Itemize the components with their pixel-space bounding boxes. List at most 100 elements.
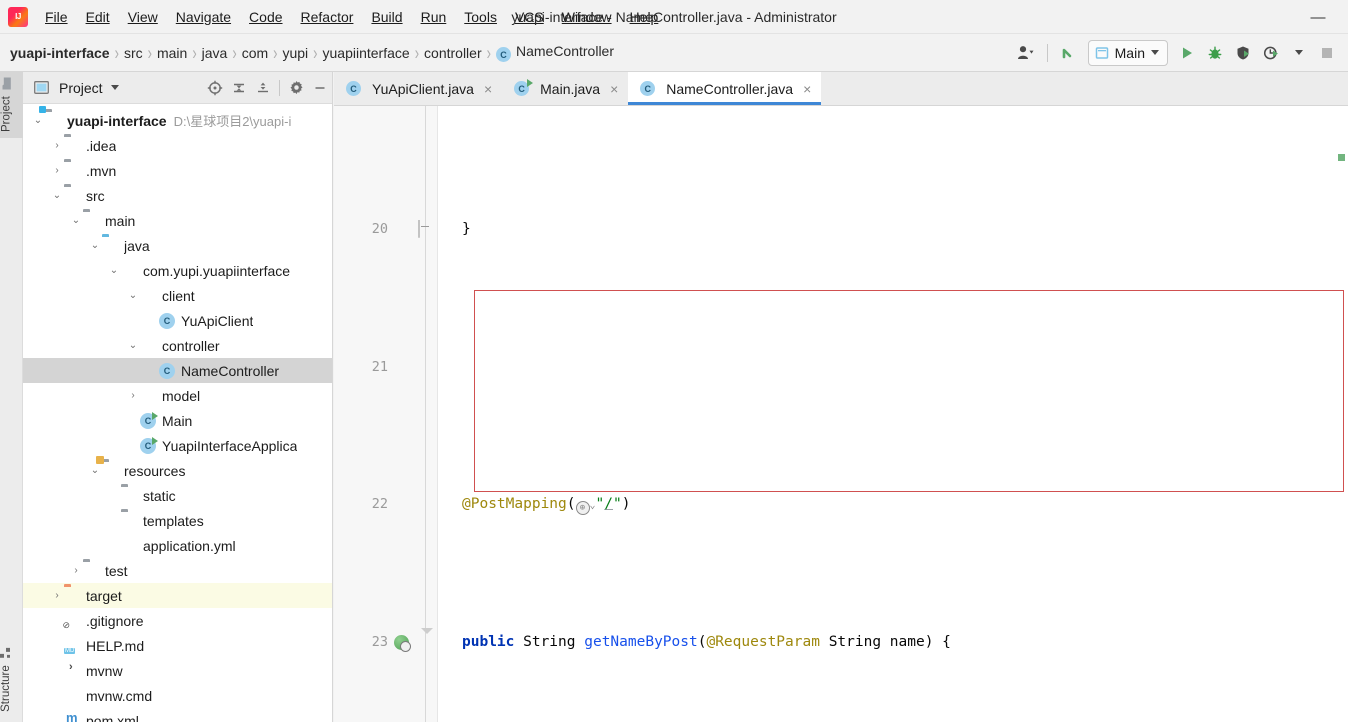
- close-icon[interactable]: ×: [803, 81, 811, 97]
- tree-item-static[interactable]: ·static: [23, 483, 332, 508]
- breadcrumb-main[interactable]: main: [157, 45, 187, 61]
- sidebar-item-project[interactable]: Project: [0, 72, 23, 138]
- profiler-dropdown-icon[interactable]: [1286, 40, 1312, 66]
- breadcrumb-namecontroller[interactable]: C NameController: [495, 43, 614, 63]
- breadcrumb-yuapiinterface[interactable]: yuapiinterface: [323, 45, 410, 61]
- breadcrumb-com[interactable]: com: [242, 45, 268, 61]
- tree-item-target[interactable]: › target: [23, 583, 332, 608]
- menu-help[interactable]: Help: [621, 6, 668, 28]
- tree-expand-arrow[interactable]: ›: [126, 390, 140, 401]
- tree-expand-arrow[interactable]: ⌄: [126, 340, 140, 351]
- tree-item-mvnw-cmd[interactable]: ·mvnw.cmd: [23, 683, 332, 708]
- window-minimize-button[interactable]: —: [1296, 0, 1340, 34]
- collapse-all-icon[interactable]: [251, 76, 275, 100]
- tree-item-gitignore[interactable]: ·.gitignore: [23, 608, 332, 633]
- tree-expand-arrow[interactable]: ⌄: [88, 240, 102, 251]
- chevron-down-icon[interactable]: [103, 76, 127, 100]
- tree-expand-arrow[interactable]: ⌄: [69, 215, 83, 226]
- tree-item-src[interactable]: ⌄ src: [23, 183, 332, 208]
- fold-end-icon[interactable]: [418, 220, 420, 238]
- close-icon[interactable]: ×: [484, 81, 492, 97]
- folder-icon: [121, 487, 138, 504]
- tree-expand-arrow[interactable]: ›: [50, 165, 64, 176]
- fold-start-icon[interactable]: [421, 627, 433, 650]
- tree-item-client[interactable]: ⌄ client: [23, 283, 332, 308]
- user-avatar-icon[interactable]: [1013, 40, 1039, 66]
- breadcrumb-src[interactable]: src: [124, 45, 143, 61]
- tree-expand-arrow[interactable]: ›: [50, 590, 64, 601]
- menu-window[interactable]: Window: [553, 6, 621, 28]
- hide-panel-icon[interactable]: [308, 76, 332, 100]
- run-with-coverage-button[interactable]: [1230, 40, 1256, 66]
- tree-item-templates[interactable]: ·templates: [23, 508, 332, 533]
- menu-file[interactable]: File: [36, 6, 77, 28]
- menu-tools[interactable]: Tools: [455, 6, 506, 28]
- tree-expand-arrow[interactable]: ⌄: [88, 465, 102, 476]
- menu-view[interactable]: View: [119, 6, 167, 28]
- tree-item-namecontroller[interactable]: ·CNameController: [23, 358, 332, 383]
- tab-yuapiclient[interactable]: C YuApiClient.java ×: [334, 72, 503, 105]
- tree-item-controller[interactable]: ⌄ controller: [23, 333, 332, 358]
- tree-item-help-md[interactable]: ·HELP.md: [23, 633, 332, 658]
- settings-gear-icon[interactable]: [284, 76, 308, 100]
- tree-item-java[interactable]: ⌄ java: [23, 233, 332, 258]
- code-line-23: 23 public String getNameByPost(@RequestP…: [334, 627, 1348, 657]
- tree-item-main[interactable]: ·CMain: [23, 408, 332, 433]
- menu-edit[interactable]: Edit: [77, 6, 119, 28]
- tree-item-mvnw[interactable]: ·mvnw: [23, 658, 332, 683]
- tree-item-main[interactable]: ⌄ main: [23, 208, 332, 233]
- tree-expand-arrow[interactable]: ⌄: [50, 190, 64, 201]
- menu-run[interactable]: Run: [412, 6, 456, 28]
- project-folder-icon: [1, 77, 13, 90]
- tree-item-mvn[interactable]: › .mvn: [23, 158, 332, 183]
- tree-item-resources[interactable]: ⌄ resources: [23, 458, 332, 483]
- code-text: }: [462, 221, 471, 237]
- update-project-icon[interactable]: [1056, 40, 1082, 66]
- tree-item-com-yupi-yuapiinterface[interactable]: ⌄ com.yupi.yuapiinterface: [23, 258, 332, 283]
- tree-item-pom-xml[interactable]: ·pom.xml: [23, 708, 332, 722]
- gutter-icons[interactable]: [394, 627, 438, 657]
- run-button[interactable]: [1174, 40, 1200, 66]
- tab-namecontroller[interactable]: C NameController.java ×: [628, 72, 822, 105]
- select-opened-file-icon[interactable]: [203, 76, 227, 100]
- tree-item-yuapi-interface[interactable]: ⌄ yuapi-interface D:\星球项目2\yuapi-i: [23, 108, 332, 133]
- tree-expand-arrow[interactable]: ›: [69, 565, 83, 576]
- tree-item-idea[interactable]: › .idea: [23, 133, 332, 158]
- spring-bean-icon[interactable]: [394, 634, 411, 652]
- profiler-button[interactable]: [1258, 40, 1284, 66]
- tree-item-yuapiinterfaceapplica[interactable]: ·CYuapiInterfaceApplica: [23, 433, 332, 458]
- tree-expand-arrow[interactable]: ›: [50, 140, 64, 151]
- tab-main[interactable]: C Main.java ×: [502, 72, 629, 105]
- editor-area: C YuApiClient.java × C Main.java × C Nam…: [334, 72, 1348, 722]
- tree-item-label: test: [105, 562, 128, 579]
- tree-expand-arrow[interactable]: ⌄: [126, 290, 140, 301]
- debug-button[interactable]: [1202, 40, 1228, 66]
- tree-item-test[interactable]: › test: [23, 558, 332, 583]
- close-icon[interactable]: ×: [610, 81, 618, 97]
- excluded-folder-icon: [64, 587, 81, 604]
- menu-build[interactable]: Build: [362, 6, 411, 28]
- tree-item-yuapiclient[interactable]: ·CYuApiClient: [23, 308, 332, 333]
- breadcrumb-yupi[interactable]: yupi: [282, 45, 308, 61]
- folder-icon: [121, 512, 138, 529]
- tree-expand-arrow[interactable]: ⌄: [31, 115, 45, 126]
- expand-all-icon[interactable]: [227, 76, 251, 100]
- tree-item-application-yml[interactable]: ·application.yml: [23, 533, 332, 558]
- breadcrumb-yuapi-interface[interactable]: yuapi-interface: [10, 45, 110, 61]
- intellij-idea-logo-icon: [8, 6, 28, 27]
- tree-item-model[interactable]: › model: [23, 383, 332, 408]
- scrollbar-error-marker[interactable]: [1338, 154, 1345, 161]
- menu-navigate[interactable]: Navigate: [167, 6, 240, 28]
- line-number: 23: [371, 633, 388, 650]
- breadcrumb-java[interactable]: java: [202, 45, 228, 61]
- breadcrumb-controller[interactable]: controller: [424, 45, 482, 61]
- run-configuration-icon: [1095, 46, 1108, 59]
- tree-expand-arrow[interactable]: ⌄: [107, 265, 121, 276]
- code-editor[interactable]: 20 } 21 22 @PostMapping(⊕ ⌄"/") 23 publ…: [334, 106, 1348, 722]
- menu-refactor[interactable]: Refactor: [292, 6, 363, 28]
- sidebar-item-structure[interactable]: Structure: [0, 640, 23, 718]
- menu-vcs[interactable]: VCS: [506, 6, 553, 28]
- run-configuration-selector[interactable]: Main: [1087, 39, 1168, 66]
- tree-item-label: com.yupi.yuapiinterface: [143, 262, 291, 279]
- menu-code[interactable]: Code: [240, 6, 291, 28]
